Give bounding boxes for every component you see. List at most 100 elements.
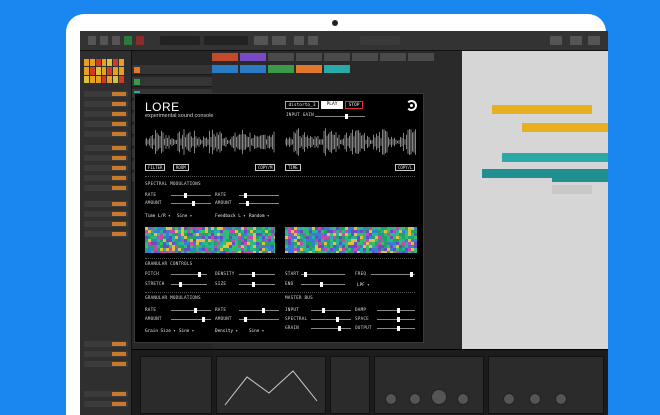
granular-mod-shape-a-dropdown[interactable]: Sine xyxy=(179,328,194,334)
slider-thumb[interactable] xyxy=(322,308,325,313)
slider-thumb[interactable] xyxy=(194,308,197,313)
pitch-slider[interactable] xyxy=(171,272,207,277)
param-row[interactable] xyxy=(84,201,128,207)
slider-thumb[interactable] xyxy=(244,193,247,198)
slider-thumb[interactable] xyxy=(409,272,413,277)
slider-thumb[interactable] xyxy=(246,201,249,206)
granular-rate-a-slider[interactable] xyxy=(171,308,211,313)
envelope-device[interactable] xyxy=(216,356,326,414)
view-toggle-icon[interactable] xyxy=(570,36,582,45)
drum-pad-grid[interactable] xyxy=(84,59,124,83)
density-slider[interactable] xyxy=(239,272,275,277)
granular-mod-target-a-dropdown[interactable]: Grain Size xyxy=(145,328,176,334)
spectral-amount-a-slider[interactable] xyxy=(171,201,211,206)
spectral-mod-target-a-dropdown[interactable]: Time L/R xyxy=(145,213,171,219)
slider-thumb[interactable] xyxy=(345,114,348,119)
transport-button[interactable] xyxy=(88,36,96,45)
end-slider[interactable] xyxy=(301,282,345,287)
slider-thumb[interactable] xyxy=(244,317,247,322)
position-display[interactable] xyxy=(204,36,248,45)
arrangement-clip[interactable] xyxy=(522,123,608,132)
clip-slot[interactable] xyxy=(296,53,322,61)
param-row[interactable] xyxy=(84,351,128,357)
slider-thumb[interactable] xyxy=(319,282,323,287)
slider-thumb[interactable] xyxy=(252,282,256,287)
device-panel[interactable] xyxy=(140,356,212,414)
granular-mod-target-b-dropdown[interactable]: Density xyxy=(215,328,238,334)
master-spectral-slider[interactable] xyxy=(311,317,351,322)
freq-slider[interactable] xyxy=(371,272,415,277)
start-slider[interactable] xyxy=(301,272,345,277)
master-space-slider[interactable] xyxy=(377,317,415,322)
device-knob[interactable] xyxy=(555,393,567,405)
param-row[interactable] xyxy=(84,401,128,407)
slider-thumb[interactable] xyxy=(192,201,195,206)
slider-thumb[interactable] xyxy=(338,326,341,331)
play-button[interactable]: PLAY xyxy=(321,101,343,109)
device-knob[interactable] xyxy=(529,393,541,405)
tool-button[interactable] xyxy=(294,36,304,45)
device-knob[interactable] xyxy=(503,393,515,405)
track-row[interactable] xyxy=(132,77,212,87)
param-row[interactable] xyxy=(84,391,128,397)
slider-thumb[interactable] xyxy=(202,317,205,322)
clip-slot[interactable] xyxy=(268,65,294,73)
stop-button[interactable]: STOP xyxy=(345,101,363,109)
preset-selector[interactable]: distorto_3 xyxy=(285,101,319,109)
knob-device[interactable] xyxy=(374,356,484,414)
clip-slot[interactable] xyxy=(296,65,322,73)
slider-thumb[interactable] xyxy=(396,308,400,313)
spectral-mod-shape-a-dropdown[interactable]: Sine xyxy=(177,213,192,219)
copy-right-button[interactable]: COPY/L xyxy=(395,164,416,171)
slider-thumb[interactable] xyxy=(262,308,265,313)
param-row[interactable] xyxy=(84,121,128,127)
master-damp-slider[interactable] xyxy=(377,308,415,313)
device-knob[interactable] xyxy=(457,393,469,405)
param-row[interactable] xyxy=(84,165,128,171)
stretch-slider[interactable] xyxy=(171,282,207,287)
param-row[interactable] xyxy=(84,101,128,107)
clip-slot[interactable] xyxy=(240,53,266,61)
loop-button[interactable] xyxy=(254,36,268,45)
device-panel[interactable] xyxy=(488,356,604,414)
param-row[interactable] xyxy=(84,231,128,237)
param-row[interactable] xyxy=(84,221,128,227)
slider-thumb[interactable] xyxy=(396,326,400,331)
arrangement-clip[interactable] xyxy=(552,173,608,182)
param-row[interactable] xyxy=(84,145,128,151)
param-row[interactable] xyxy=(84,361,128,367)
slider-thumb[interactable] xyxy=(303,272,307,277)
clip-slot[interactable] xyxy=(352,53,378,61)
room-button[interactable]: ROOM xyxy=(173,164,189,171)
spectral-mod-target-b-dropdown[interactable]: Feedback L xyxy=(215,213,246,219)
clip-slot[interactable] xyxy=(268,53,294,61)
spectral-rate-a-slider[interactable] xyxy=(171,193,211,198)
granular-amount-a-slider[interactable] xyxy=(171,317,211,322)
clip-slot[interactable] xyxy=(408,53,434,61)
param-row[interactable] xyxy=(84,175,128,181)
slider-thumb[interactable] xyxy=(336,317,339,322)
time-button[interactable]: TIME xyxy=(285,164,301,171)
param-row[interactable] xyxy=(84,185,128,191)
slider-thumb[interactable] xyxy=(179,282,182,287)
granular-mod-shape-b-dropdown[interactable]: Sine xyxy=(249,328,264,334)
view-toggle-icon[interactable] xyxy=(588,36,600,45)
play-transport-button[interactable] xyxy=(124,36,132,45)
slider-thumb[interactable] xyxy=(184,193,187,198)
settings-icon[interactable] xyxy=(550,36,562,45)
clip-slot[interactable] xyxy=(240,65,266,73)
clip-slot[interactable] xyxy=(324,65,350,73)
master-input-slider[interactable] xyxy=(311,308,351,313)
device-knob[interactable] xyxy=(431,389,447,405)
param-row[interactable] xyxy=(84,91,128,97)
param-row[interactable] xyxy=(84,341,128,347)
master-grain-slider[interactable] xyxy=(311,326,351,331)
device-knob[interactable] xyxy=(409,393,421,405)
granular-amount-b-slider[interactable] xyxy=(239,317,279,322)
copy-left-button[interactable]: COPY/M xyxy=(255,164,276,171)
envelope-graph[interactable] xyxy=(217,357,327,415)
spectral-mod-shape-b-dropdown[interactable]: Random xyxy=(249,213,269,219)
transport-button[interactable] xyxy=(112,36,120,45)
filter-button[interactable]: FILTER xyxy=(145,164,166,171)
spectral-rate-b-slider[interactable] xyxy=(239,193,279,198)
